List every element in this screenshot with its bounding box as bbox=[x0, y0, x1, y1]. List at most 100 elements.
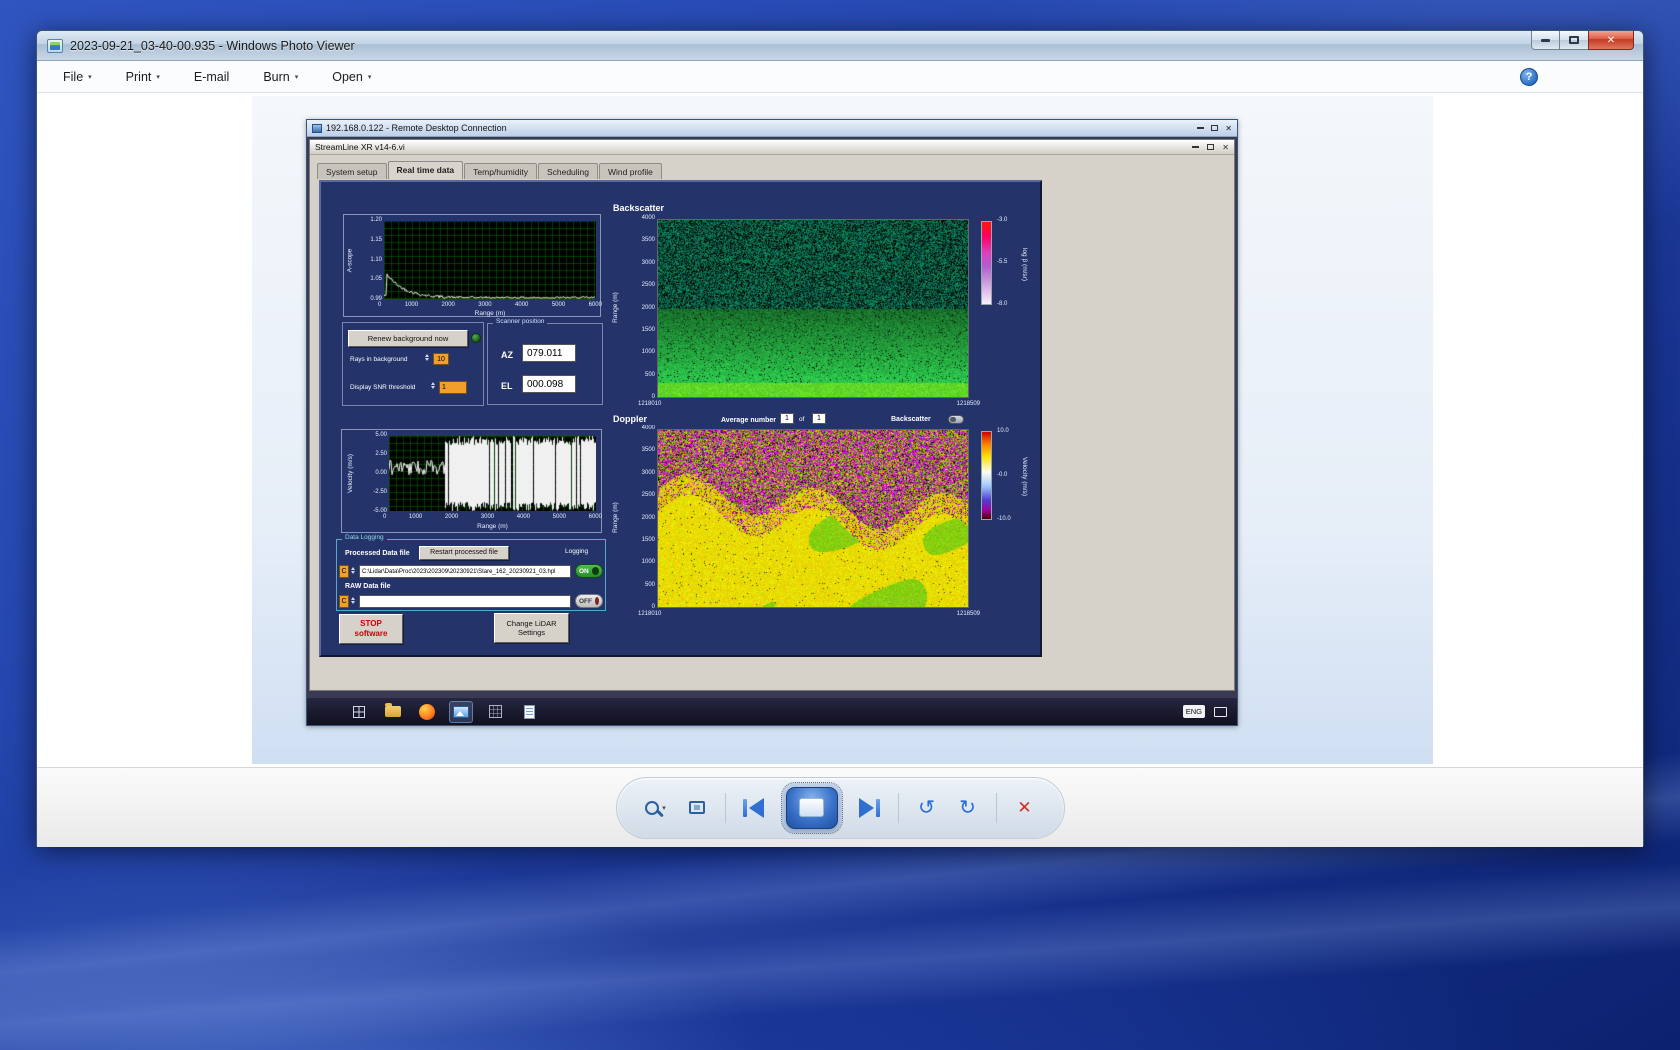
explorer-icon[interactable] bbox=[381, 701, 405, 723]
tick-label: 0.00 bbox=[375, 470, 387, 476]
tick-label: 0 bbox=[652, 604, 655, 610]
toolbar-divider bbox=[725, 793, 726, 823]
backscatter-heatmap bbox=[657, 219, 969, 398]
restart-processed-file-button[interactable]: Restart processed file bbox=[419, 546, 509, 560]
tab-real-time-data[interactable]: Real time data bbox=[388, 161, 464, 179]
velocity-yticks: 5.002.500.00-2.50-5.00 bbox=[358, 432, 387, 514]
rays-in-background-field[interactable]: 10 bbox=[433, 353, 449, 365]
stop-line1: STOP bbox=[360, 619, 382, 629]
tick-label: 1.20 bbox=[370, 217, 382, 223]
raw-logging-toggle[interactable]: OFF bbox=[575, 594, 603, 608]
photo: 192.168.0.122 - Remote Desktop Connectio… bbox=[252, 96, 1433, 764]
tick-label: 2000 bbox=[442, 302, 455, 308]
processed-logging-toggle[interactable]: ON bbox=[575, 564, 603, 578]
processed-path-field[interactable]: C:\Lidar\Data\Proc\2023\202309\20230921\… bbox=[359, 565, 571, 578]
previous-button[interactable] bbox=[741, 793, 767, 823]
app-title: StreamLine XR v14-6.vi bbox=[315, 142, 405, 152]
display-tray-icon[interactable] bbox=[1214, 707, 1227, 717]
tick-label: 5000 bbox=[553, 514, 566, 520]
tick-label: 2000 bbox=[445, 514, 458, 520]
stop-line2: software bbox=[355, 629, 388, 639]
snr-spinner[interactable] bbox=[431, 382, 436, 389]
notepad-icon[interactable] bbox=[517, 701, 541, 723]
app-minimize-icon[interactable] bbox=[1192, 146, 1199, 148]
actual-size-icon bbox=[689, 801, 705, 814]
menu-file-label: File bbox=[63, 70, 83, 84]
rotate-ccw-button[interactable]: ↺ bbox=[914, 793, 940, 823]
ascope-xlabel: Range (m) bbox=[384, 310, 596, 317]
tick-label: 2.50 bbox=[375, 451, 387, 457]
rdp-maximize-icon[interactable] bbox=[1211, 125, 1218, 131]
average-number-field[interactable]: 1 bbox=[780, 413, 794, 424]
menu-print[interactable]: Print▾ bbox=[126, 70, 160, 84]
stop-software-button[interactable]: STOP software bbox=[339, 614, 403, 644]
firefox-icon[interactable] bbox=[415, 701, 439, 723]
tick-label: 2000 bbox=[642, 305, 655, 311]
zoom-button[interactable]: ▾ bbox=[643, 793, 669, 823]
average-total-field[interactable]: 1 bbox=[812, 413, 826, 424]
tab-system-setup[interactable]: System setup bbox=[317, 163, 387, 179]
tick-label: 3500 bbox=[642, 237, 655, 243]
menu-open[interactable]: Open▾ bbox=[332, 70, 371, 84]
menu-burn-label: Burn bbox=[263, 70, 289, 84]
rdp-titlebar[interactable]: 192.168.0.122 - Remote Desktop Connectio… bbox=[307, 120, 1237, 137]
settings-line1: Change LiDAR bbox=[506, 619, 556, 628]
background-controls-group: Renew background now Rays in background … bbox=[342, 322, 484, 406]
az-value-field[interactable]: 079.011 bbox=[522, 344, 576, 362]
rdp-minimize-icon[interactable] bbox=[1197, 127, 1204, 129]
slideshow-button[interactable] bbox=[786, 787, 838, 829]
next-button[interactable] bbox=[857, 793, 883, 823]
tab-scheduling[interactable]: Scheduling bbox=[538, 163, 598, 179]
tick-label: 1.10 bbox=[370, 257, 382, 263]
tick-label: 1500 bbox=[642, 537, 655, 543]
taskview-icon[interactable] bbox=[347, 701, 371, 723]
tick-label: 3000 bbox=[478, 302, 491, 308]
active-app-icon[interactable] bbox=[449, 701, 473, 723]
backscatter-x-end: 1218509 bbox=[957, 401, 980, 407]
chevron-down-icon: ▾ bbox=[295, 73, 299, 81]
toolbar-divider bbox=[996, 793, 997, 823]
minimize-button[interactable] bbox=[1531, 31, 1560, 50]
tick-label: -5.5 bbox=[997, 259, 1019, 265]
window-controls: ✕ bbox=[1531, 31, 1634, 50]
rotate-cw-button[interactable]: ↻ bbox=[955, 793, 981, 823]
tick-label: 1.05 bbox=[370, 276, 382, 282]
menu-file[interactable]: File▾ bbox=[63, 70, 92, 84]
tick-label: 0 bbox=[652, 394, 655, 400]
minimize-icon bbox=[1541, 39, 1550, 42]
close-button[interactable]: ✕ bbox=[1588, 31, 1634, 50]
delete-button[interactable]: ✕ bbox=[1012, 793, 1038, 823]
tab-temp-humidity[interactable]: Temp/humidity bbox=[464, 163, 537, 179]
logging-label: Logging bbox=[565, 549, 588, 556]
language-indicator[interactable]: ENG bbox=[1183, 705, 1205, 718]
on-label: ON bbox=[579, 568, 589, 575]
menu-email[interactable]: E-mail bbox=[194, 70, 229, 84]
raw-data-file-label: RAW Data file bbox=[345, 583, 391, 590]
app-titlebar[interactable]: StreamLine XR v14-6.vi ✕ bbox=[310, 140, 1234, 155]
raw-path-spinner[interactable] bbox=[351, 597, 356, 604]
doppler-title: Doppler bbox=[613, 414, 647, 424]
raw-path-field[interactable] bbox=[359, 595, 571, 608]
ascope-yticks: 1.201.151.101.050.99 bbox=[356, 217, 382, 302]
maximize-button[interactable] bbox=[1560, 31, 1588, 50]
backscatter-colorbar-ticks: -3.0-5.5-8.0 bbox=[997, 217, 1019, 307]
grid-app-icon[interactable] bbox=[483, 701, 507, 723]
renew-background-button[interactable]: Renew background now bbox=[348, 330, 468, 347]
app-close-icon[interactable]: ✕ bbox=[1222, 143, 1229, 152]
help-icon[interactable]: ? bbox=[1520, 68, 1538, 86]
actual-size-button[interactable] bbox=[684, 793, 710, 823]
menu-burn[interactable]: Burn ▾ bbox=[263, 70, 298, 84]
photo-viewer-title: 2023-09-21_03-40-00.935 - Windows Photo … bbox=[70, 39, 355, 53]
rdp-close-icon[interactable]: ✕ bbox=[1225, 124, 1232, 133]
tick-label: 1000 bbox=[409, 514, 422, 520]
photo-viewer-titlebar[interactable]: 2023-09-21_03-40-00.935 - Windows Photo … bbox=[37, 31, 1643, 61]
el-value-field[interactable]: 000.098 bbox=[522, 375, 576, 393]
tick-label: 1000 bbox=[642, 559, 655, 565]
backscatter-toggle[interactable] bbox=[948, 415, 964, 424]
change-lidar-settings-button[interactable]: Change LiDAR Settings bbox=[494, 613, 569, 643]
tab-wind-profile[interactable]: Wind profile bbox=[599, 163, 662, 179]
app-restore-icon[interactable] bbox=[1207, 144, 1214, 150]
rays-spinner[interactable] bbox=[425, 354, 430, 361]
processed-path-spinner[interactable] bbox=[351, 567, 356, 574]
snr-threshold-field[interactable]: 1 bbox=[439, 381, 467, 394]
